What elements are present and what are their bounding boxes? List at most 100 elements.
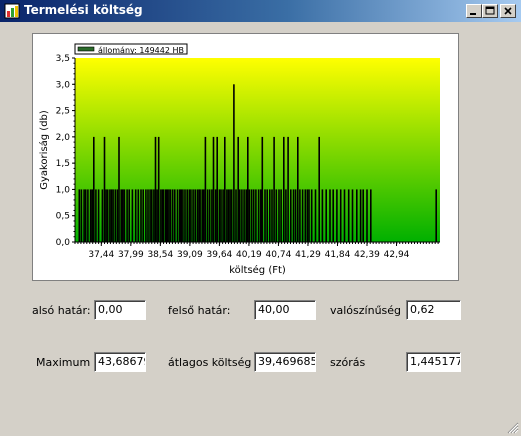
histogram-bar (106, 189, 109, 242)
histogram-bar (134, 189, 137, 242)
histogram-bar (218, 189, 221, 242)
x-tick-label: 42,39 (354, 250, 380, 260)
histogram-bar (239, 189, 241, 242)
histogram-bar (95, 189, 97, 242)
histogram-bar (204, 136, 207, 242)
histogram-bar (169, 189, 172, 242)
histogram-bar (257, 189, 260, 242)
close-icon (504, 7, 512, 15)
szoras-label: szórás (330, 356, 366, 369)
minimize-button[interactable] (466, 4, 482, 18)
histogram-bar (214, 189, 217, 242)
histogram-bar (299, 189, 301, 242)
x-tick-label: 42,94 (384, 250, 410, 260)
histogram-bar (356, 189, 358, 242)
histogram-bar (208, 189, 211, 242)
app-window: Termelési költség 0,0 0,5 1,0 1,5 2,0 2,5 3,0 3… (0, 0, 521, 436)
minimize-icon (470, 13, 476, 15)
histogram-bar (227, 189, 230, 242)
felso-hatar-label: felső határ: (168, 304, 231, 317)
histogram-bar (147, 189, 149, 242)
legend-label: állomány: 149442 HB (98, 46, 184, 55)
histogram-bar (153, 189, 155, 242)
histogram-bar (137, 189, 140, 242)
histogram-bar (366, 189, 368, 242)
histogram-bar (269, 189, 271, 242)
histogram-bar (216, 136, 218, 242)
title-bar[interactable]: Termelési költség (0, 0, 521, 22)
histogram-bar (168, 189, 170, 242)
felso-hatar-input[interactable]: 40,00 (254, 300, 316, 320)
histogram-bar (273, 136, 275, 242)
app-chart-icon (4, 3, 20, 19)
histogram-bar (87, 189, 89, 242)
y-tick-label: 3,0 (56, 80, 71, 90)
histogram-bar (248, 189, 251, 242)
histogram-bar (118, 136, 120, 242)
y-tick-label: 1,0 (56, 185, 71, 195)
window-title: Termelési költség (24, 3, 143, 17)
histogram-bar (84, 189, 87, 242)
maximize-icon (485, 6, 495, 15)
close-button[interactable] (500, 4, 516, 18)
histogram-bar (110, 189, 113, 242)
histogram-bar (290, 189, 292, 242)
histogram-bar (160, 189, 162, 242)
histogram-bar (243, 189, 245, 242)
histogram-bar (122, 189, 124, 242)
histogram-bar (362, 189, 364, 242)
histogram-bar (245, 189, 247, 242)
histogram-bar (171, 189, 174, 242)
histogram-bar (89, 189, 92, 242)
histogram-bar (188, 189, 191, 242)
histogram-bar (304, 189, 307, 242)
maximize-button[interactable] (482, 4, 498, 18)
histogram-bar (194, 189, 196, 242)
y-tick-label: 0,0 (56, 238, 71, 248)
also-hatar-input[interactable]: 0,00 (94, 300, 146, 320)
x-tick-label: 39,09 (177, 250, 203, 260)
histogram-bar (343, 189, 346, 242)
histogram-bar (151, 189, 153, 242)
histogram-bar (280, 189, 282, 242)
histogram-bar (103, 136, 106, 242)
histogram-bar (241, 189, 243, 242)
histogram-bar (78, 189, 81, 242)
histogram-bar (435, 189, 437, 242)
histogram-bar (250, 189, 253, 242)
histogram-bar (222, 189, 224, 242)
histogram-bar (199, 189, 201, 242)
histogram-bar (287, 136, 289, 242)
histogram-bar (351, 189, 354, 242)
histogram-svg: 0,0 0,5 1,0 1,5 2,0 2,5 3,0 3,5 37,44 37,99 38,54… (38, 43, 440, 276)
x-axis-label: költség (Ft) (229, 264, 286, 276)
histogram-bar (142, 189, 144, 242)
histogram-bar (154, 136, 157, 242)
resize-grip-icon[interactable] (507, 422, 519, 434)
histogram-bar (226, 189, 228, 242)
histogram-bar (318, 136, 320, 242)
atlagos-koltseg-input[interactable]: 39,4696858 (254, 352, 316, 372)
histogram-bar (237, 136, 239, 242)
y-tick-label: 0,5 (56, 212, 70, 222)
valoszinuseg-input[interactable]: 0,62 (406, 300, 461, 320)
histogram-bar (220, 189, 222, 242)
histogram-bar (332, 189, 334, 242)
maximum-input[interactable]: 43,68679 (94, 352, 146, 372)
histogram-bar (252, 189, 255, 242)
maximum-label: Maximum (36, 356, 91, 369)
x-tick-label: 40,19 (236, 250, 262, 260)
histogram-bar (359, 189, 362, 242)
histogram-chart: 0,0 0,5 1,0 1,5 2,0 2,5 3,0 3,5 37,44 37,99 38,54… (32, 33, 459, 281)
histogram-bar (145, 189, 147, 242)
histogram-bar (201, 189, 203, 242)
histogram-bar (266, 189, 268, 242)
szoras-input[interactable]: 1,445177 (406, 352, 461, 372)
histogram-bar (184, 189, 186, 242)
histogram-bar (259, 189, 262, 242)
histogram-bar (140, 189, 142, 242)
histogram-bar (192, 189, 194, 242)
histogram-bar (180, 189, 183, 242)
histogram-bar (370, 189, 372, 242)
histogram-bar (306, 189, 309, 242)
